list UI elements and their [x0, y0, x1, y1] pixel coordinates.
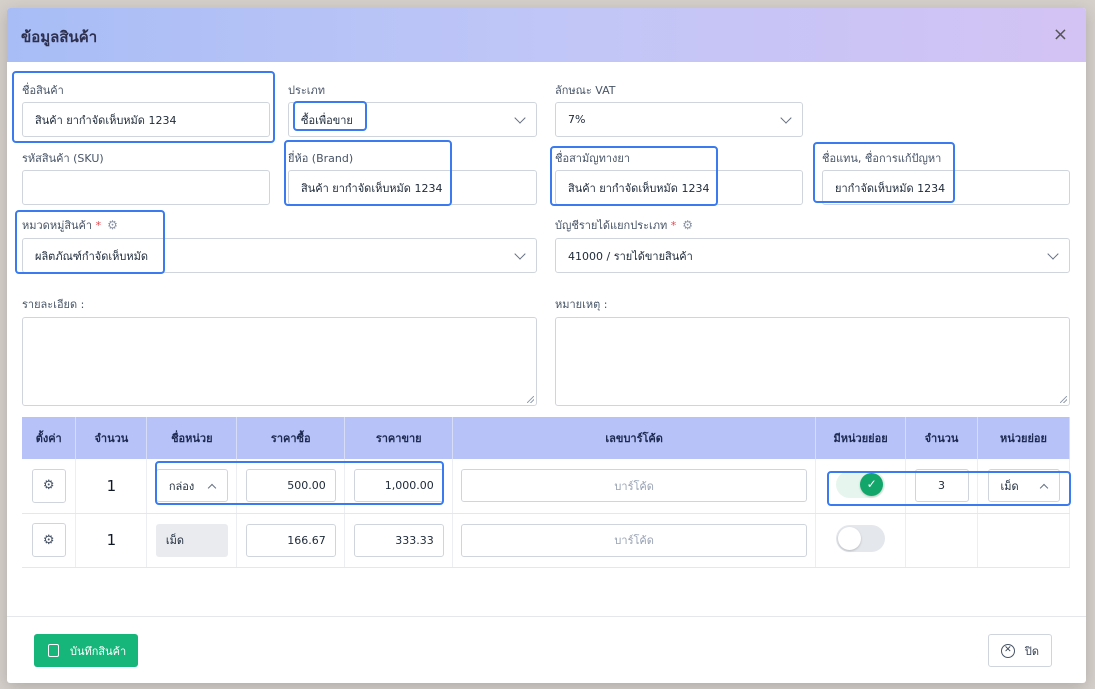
sell-price-input[interactable]: 1,000.00: [353, 469, 444, 503]
table-header-row: ตั้งค่า จำนวน ชื่อหน่วย ราคาซื้อ ราคาขาย…: [22, 417, 1070, 459]
alias-label: ชื่อแทน, ชื่อการแก้ปัญหา: [822, 152, 942, 165]
close-label: ปิด: [1024, 644, 1040, 658]
category-select[interactable]: ผลิตภัณฑ์กำจัดเห็บหมัด: [22, 238, 537, 273]
chevron-down-icon: [780, 111, 792, 124]
sub-qty-cell: [905, 513, 978, 568]
brand-field[interactable]: สินค้า ยากำจัดเห็บหมัด 1234: [288, 170, 537, 205]
unit-qty: 1: [106, 476, 117, 495]
type-select[interactable]: ซื้อเพื่อขาย: [288, 102, 537, 137]
modal-footer: บันทึกสินค้า ✕ ปิด: [7, 616, 1086, 683]
sku-label: รหัสสินค้า (SKU): [22, 152, 104, 165]
gears-icon: ⚙: [42, 532, 55, 548]
product-name-label: ชื่อสินค้า: [22, 84, 64, 97]
units-table: ตั้งค่า จำนวน ชื่อหน่วย ราคาซื้อ ราคาขาย…: [22, 417, 1070, 568]
save-product-label: บันทึกสินค้า: [70, 644, 127, 658]
product-name-field[interactable]: สินค้า ยากำจัดเห็บหมัด 1234: [22, 102, 270, 137]
col-header-sell-price: ราคาขาย: [344, 417, 454, 459]
generic-name-label: ชื่อสามัญทางยา: [555, 152, 631, 165]
type-label: ประเภท: [288, 84, 326, 97]
table-row: ⚙ 1 เม็ด 166.67 333.33 บาร์โค้ด: [22, 513, 1070, 568]
buy-price-input[interactable]: 166.67: [245, 523, 336, 557]
revenue-account-label: บัญชีรายได้แยกประเภท * ⚙: [555, 218, 694, 232]
barcode-input[interactable]: บาร์โค้ด: [461, 523, 808, 557]
unit-name-select[interactable]: กล่อง: [155, 469, 228, 503]
remarks-label: หมายเหตุ :: [555, 298, 608, 311]
sku-field[interactable]: [22, 170, 270, 205]
vat-select[interactable]: 7%: [555, 102, 803, 137]
gear-icon[interactable]: ⚙: [682, 218, 693, 232]
has-subunit-toggle[interactable]: [836, 525, 886, 552]
revenue-account-select[interactable]: 41000 / รายได้ขายสินค้า: [555, 238, 1070, 273]
sub-qty-input[interactable]: 3: [914, 469, 969, 503]
col-header-barcode: เลขบาร์โค้ด: [452, 417, 817, 459]
save-document-icon: [48, 644, 59, 657]
brand-label: ยี่ห้อ (Brand): [288, 152, 354, 165]
subunit-select[interactable]: เม็ด: [987, 469, 1060, 503]
chevron-down-icon: [514, 247, 526, 260]
unit-name-readonly: เม็ด: [155, 523, 228, 557]
barcode-input[interactable]: บาร์โค้ด: [461, 469, 808, 503]
product-info-modal: ข้อมูลสินค้า × ชื่อสินค้า สินค้า ยากำจัด…: [7, 8, 1086, 683]
unit-settings-button[interactable]: ⚙: [31, 468, 66, 503]
col-header-unit-name: ชื่อหน่วย: [146, 417, 238, 459]
col-header-subunit: หน่วยย่อย: [977, 417, 1070, 459]
chevron-up-icon: [1039, 483, 1048, 492]
gears-icon: ⚙: [42, 478, 55, 494]
alias-field[interactable]: ยากำจัดเห็บหมัด 1234: [822, 170, 1070, 205]
subunit-cell: [977, 513, 1070, 568]
close-circle-icon: ✕: [1000, 643, 1015, 658]
vat-label: ลักษณะ VAT: [555, 84, 616, 97]
check-icon: ✓: [860, 472, 884, 496]
close-button[interactable]: ✕ ปิด: [988, 634, 1052, 667]
details-label: รายละเอียด :: [22, 298, 85, 311]
category-label: หมวดหมู่สินค้า * ⚙: [22, 218, 118, 232]
remarks-textarea[interactable]: [555, 317, 1070, 406]
gear-icon[interactable]: ⚙: [107, 218, 118, 232]
buy-price-input[interactable]: 500.00: [245, 469, 336, 503]
chevron-down-icon: [514, 111, 526, 124]
col-header-buy-price: ราคาซื้อ: [236, 417, 346, 459]
has-subunit-toggle[interactable]: ✓: [836, 470, 886, 498]
chevron-down-icon: [1047, 247, 1059, 260]
modal-title: ข้อมูลสินค้า: [21, 28, 98, 46]
unit-settings-button[interactable]: ⚙: [31, 523, 66, 557]
close-icon[interactable]: ×: [1053, 24, 1068, 45]
modal-header: ข้อมูลสินค้า ×: [7, 8, 1086, 62]
generic-name-field[interactable]: สินค้า ยากำจัดเห็บหมัด 1234: [555, 170, 803, 205]
save-product-button[interactable]: บันทึกสินค้า: [34, 634, 139, 667]
sell-price-input[interactable]: 333.33: [353, 523, 444, 557]
col-header-has-subunit: มีหน่วยย่อย: [815, 417, 907, 459]
unit-qty: 1: [106, 531, 117, 549]
col-header-qty: จำนวน: [75, 417, 148, 459]
col-header-sub-qty: จำนวน: [905, 417, 978, 459]
details-textarea[interactable]: [22, 317, 537, 406]
col-header-settings: ตั้งค่า: [22, 417, 77, 459]
table-row: ⚙ 1 กล่อง 500.00 1,000.00 บาร์โค้ด ✓ 3 เ…: [22, 459, 1070, 514]
chevron-up-icon: [207, 483, 217, 492]
